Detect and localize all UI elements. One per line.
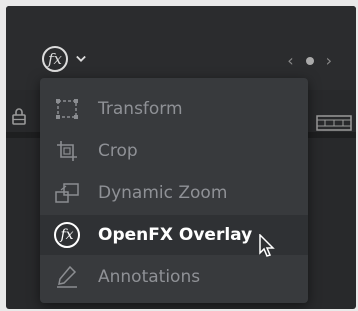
openfx-icon: fx (54, 222, 80, 248)
fx-icon: fx (42, 46, 68, 72)
chevron-down-icon (76, 54, 86, 64)
viewer-panel: fx ‹ › Transform Crop Dynamic Zoom fx Op… (6, 6, 356, 309)
annotation-pen-icon (54, 264, 80, 290)
previous-clip-button[interactable]: ‹ (287, 51, 293, 70)
menu-item-transform[interactable]: Transform (40, 89, 308, 129)
fx-overlay-dropdown-button[interactable]: fx (42, 45, 114, 73)
fx-icon-label: fx (54, 222, 80, 248)
next-clip-button[interactable]: › (326, 51, 332, 70)
current-clip-dot[interactable] (305, 56, 314, 65)
crop-icon (54, 138, 80, 164)
menu-item-label: OpenFX Overlay (98, 225, 253, 245)
mouse-pointer-icon (258, 233, 278, 258)
clip-nav-controls: ‹ › (287, 51, 332, 70)
menu-item-dynamic-zoom[interactable]: Dynamic Zoom (40, 173, 308, 213)
menu-item-label: Crop (98, 141, 138, 161)
menu-item-crop[interactable]: Crop (40, 131, 308, 171)
menu-item-label: Transform (98, 99, 183, 119)
menu-item-annotations[interactable]: Annotations (40, 257, 308, 297)
lock-icon[interactable] (11, 107, 27, 125)
transform-icon (54, 96, 80, 122)
menu-item-label: Dynamic Zoom (98, 183, 228, 203)
dynamic-zoom-icon (54, 180, 80, 206)
fx-overlay-menu: Transform Crop Dynamic Zoom fx OpenFX Ov… (40, 78, 308, 303)
menu-item-label: Annotations (98, 267, 201, 287)
filmstrip-icon[interactable] (316, 115, 352, 131)
